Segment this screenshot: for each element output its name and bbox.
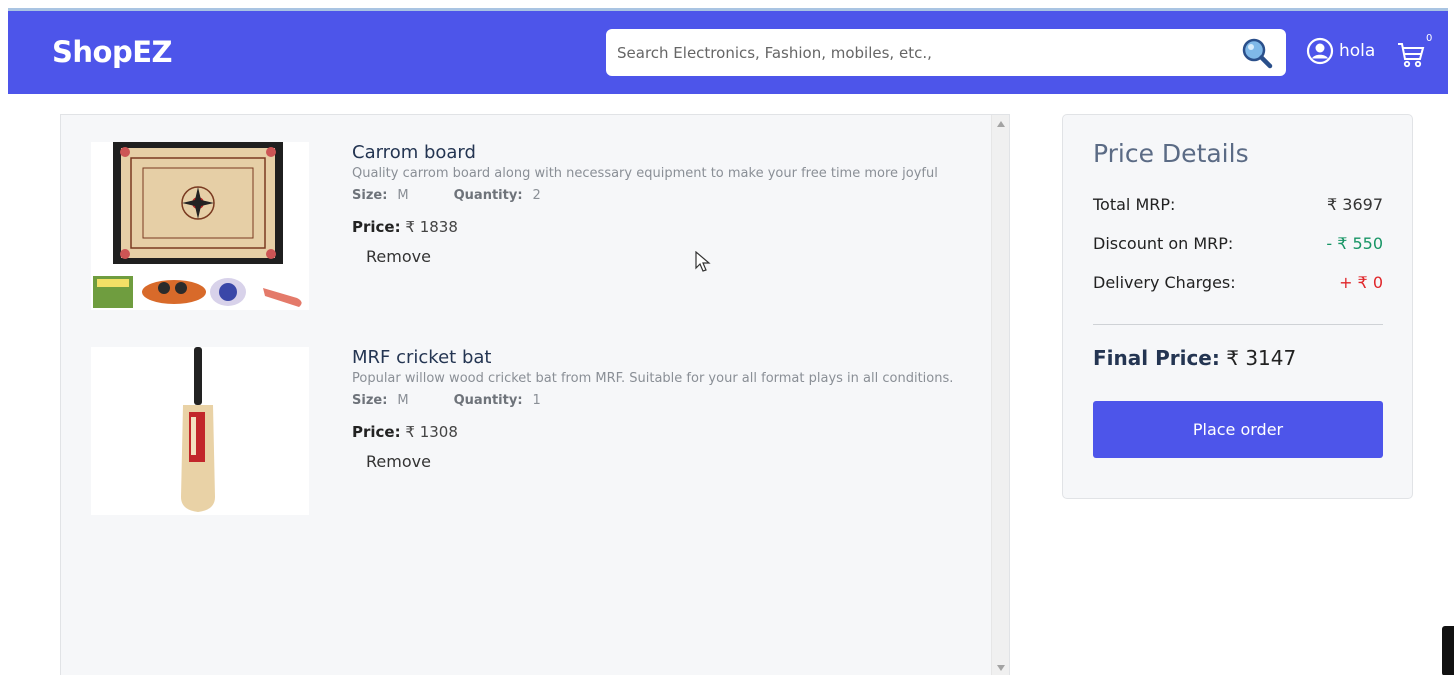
cart-items-panel: Carrom board Quality carrom board along …: [60, 114, 1010, 675]
cart-item-details: Carrom board Quality carrom board along …: [352, 142, 992, 267]
discount-row: Discount on MRP: - ₹ 550: [1093, 234, 1383, 253]
scroll-up-arrow-icon[interactable]: [997, 121, 1005, 127]
final-price-value: ₹ 3147: [1226, 346, 1297, 370]
cricket-bat-image: [91, 347, 309, 515]
price-details-title: Price Details: [1093, 139, 1249, 168]
user-profile-button[interactable]: hola: [1306, 37, 1375, 65]
size-label: Size:: [352, 393, 388, 408]
size-value: M: [397, 188, 409, 203]
remove-button[interactable]: Remove: [366, 452, 431, 471]
cart-count-badge: 0: [1426, 33, 1433, 44]
total-mrp-row: Total MRP: ₹ 3697: [1093, 195, 1383, 214]
price-value: ₹ 1308: [405, 423, 458, 441]
search-input[interactable]: [606, 29, 1226, 76]
discount-value: - ₹ 550: [1326, 234, 1383, 253]
quantity-value: 2: [532, 188, 541, 203]
item-description: Popular willow wood cricket bat from MRF…: [352, 371, 954, 386]
cart-icon: [1398, 43, 1425, 68]
cart-scrollbar[interactable]: [991, 115, 1009, 675]
item-title[interactable]: MRF cricket bat: [352, 347, 992, 369]
delivery-label: Delivery Charges:: [1093, 273, 1236, 292]
remove-button[interactable]: Remove: [366, 247, 431, 266]
size-label: Size:: [352, 188, 388, 203]
final-price-label: Final Price:: [1093, 346, 1220, 370]
shopez-logo[interactable]: ShopEZ: [52, 35, 173, 69]
cart-item-details: MRF cricket bat Popular willow wood cric…: [352, 347, 992, 472]
price-value: ₹ 1838: [405, 218, 458, 236]
total-mrp-label: Total MRP:: [1093, 195, 1176, 214]
user-circle-icon: [1306, 37, 1334, 65]
price-label: Price:: [352, 423, 401, 441]
mouse-cursor-icon: [695, 251, 711, 272]
item-title[interactable]: Carrom board: [352, 142, 992, 164]
item-meta: Size: M Quantity: 2: [352, 187, 992, 205]
price-details-card: Price Details Total MRP: ₹ 3697 Discount…: [1062, 114, 1413, 499]
item-description: Quality carrom board along with necessar…: [352, 166, 938, 181]
top-navbar: ShopEZ hola 0: [8, 11, 1448, 94]
search-icon[interactable]: [1240, 36, 1274, 70]
carrom-board-image: [91, 142, 309, 310]
place-order-button[interactable]: Place order: [1093, 401, 1383, 458]
divider: [1093, 324, 1383, 325]
final-price: Final Price: ₹ 3147: [1093, 346, 1296, 370]
delivery-value: + ₹ 0: [1339, 273, 1383, 292]
cart-button[interactable]: 0: [1396, 33, 1434, 73]
discount-label: Discount on MRP:: [1093, 234, 1234, 253]
item-price: Price: ₹ 1308: [352, 423, 992, 441]
quantity-label: Quantity:: [453, 188, 523, 203]
user-name: hola: [1339, 41, 1376, 61]
quantity-label: Quantity:: [453, 393, 523, 408]
delivery-row: Delivery Charges: + ₹ 0: [1093, 273, 1383, 292]
edge-widget: [1442, 626, 1454, 675]
item-meta: Size: M Quantity: 1: [352, 392, 992, 410]
size-value: M: [397, 393, 409, 408]
quantity-value: 1: [532, 393, 541, 408]
item-price: Price: ₹ 1838: [352, 218, 992, 236]
price-label: Price:: [352, 218, 401, 236]
total-mrp-value: ₹ 3697: [1327, 195, 1383, 214]
scroll-down-arrow-icon[interactable]: [997, 665, 1005, 671]
search-bar: [606, 29, 1286, 76]
